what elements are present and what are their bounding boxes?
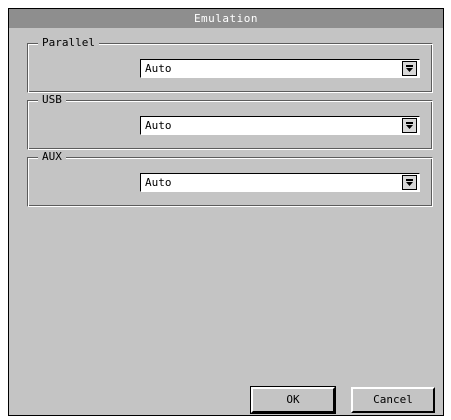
window-title: Emulation	[9, 9, 443, 28]
aux-emulation-select[interactable]: Auto	[140, 173, 420, 192]
chevron-down-icon[interactable]	[402, 175, 417, 190]
chevron-down-icon[interactable]	[402, 118, 417, 133]
usb-select-value: Auto	[145, 119, 172, 132]
aux-group: AUX Auto	[27, 150, 433, 207]
aux-group-label: AUX	[38, 150, 66, 164]
ok-button[interactable]: OK	[250, 386, 336, 414]
parallel-group: Parallel Auto	[27, 36, 433, 93]
usb-group-label: USB	[38, 93, 66, 107]
cancel-button[interactable]: Cancel	[351, 387, 435, 413]
usb-emulation-select[interactable]: Auto	[140, 116, 420, 135]
parallel-group-label: Parallel	[38, 36, 99, 50]
aux-select-value: Auto	[145, 176, 172, 189]
parallel-emulation-select[interactable]: Auto	[140, 59, 420, 78]
usb-group: USB Auto	[27, 93, 433, 150]
chevron-down-icon[interactable]	[402, 61, 417, 76]
emulation-dialog: Emulation Parallel Auto USB Auto AUX Aut…	[8, 8, 444, 416]
parallel-select-value: Auto	[145, 62, 172, 75]
